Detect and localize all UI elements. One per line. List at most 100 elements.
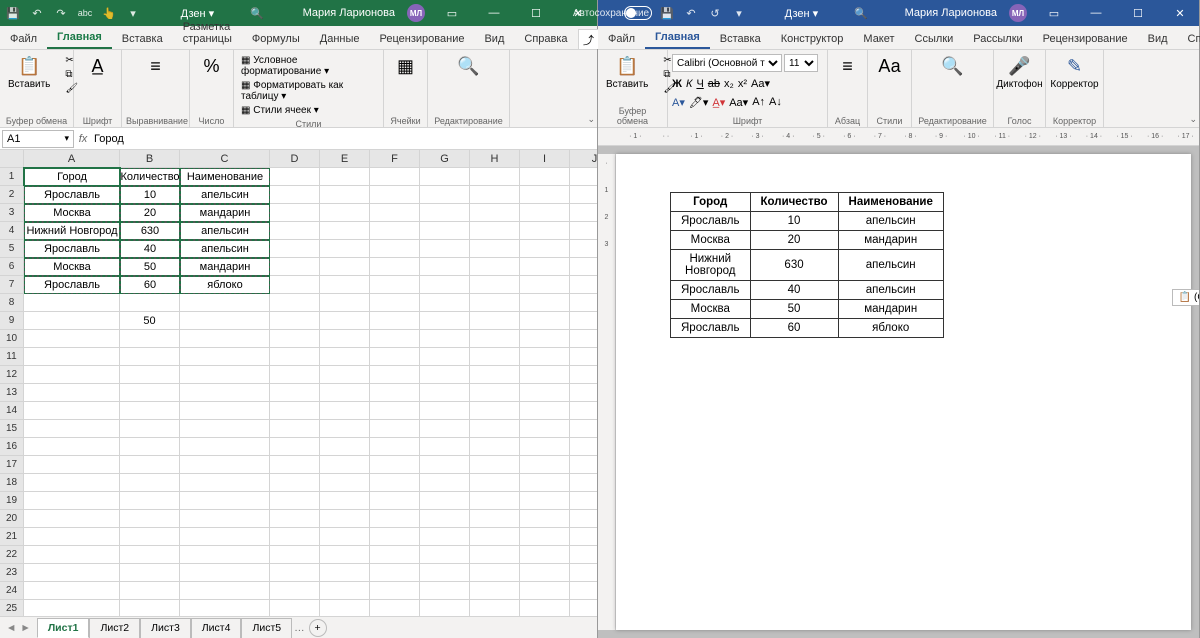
row-header[interactable]: 24 (0, 582, 24, 600)
ribbon-mode-icon[interactable]: ▭ (437, 0, 467, 26)
tab-insert[interactable]: Вставка (112, 29, 173, 49)
cell[interactable] (24, 492, 120, 510)
cell[interactable] (470, 312, 520, 330)
font-color-button[interactable]: A̲▾ (712, 96, 725, 109)
cell[interactable] (180, 366, 270, 384)
collapse-ribbon-icon[interactable]: ⌄ (1189, 114, 1197, 125)
cell[interactable] (270, 510, 320, 528)
highlight-button[interactable]: 🖊▾ (689, 96, 709, 109)
cell[interactable] (24, 312, 120, 330)
name-box[interactable]: A1▾ (2, 130, 74, 148)
horizontal-ruler[interactable]: · 1 ·· ·· 1 ·· 2 ·· 3 ·· 4 ·· 5 ·· 6 ·· … (598, 128, 1199, 146)
cell[interactable] (120, 330, 180, 348)
cell[interactable] (320, 546, 370, 564)
row-header[interactable]: 25 (0, 600, 24, 616)
cell[interactable] (370, 168, 420, 186)
align-button[interactable]: ≡ (126, 54, 185, 79)
row-header[interactable]: 15 (0, 420, 24, 438)
cell[interactable] (520, 582, 570, 600)
cell[interactable] (570, 240, 597, 258)
cell[interactable] (180, 456, 270, 474)
cell[interactable] (180, 600, 270, 616)
cell[interactable] (120, 366, 180, 384)
cell[interactable] (370, 186, 420, 204)
cell[interactable] (470, 600, 520, 616)
touch-icon[interactable]: 👆 (100, 4, 118, 22)
underline-button[interactable]: Ч (696, 78, 703, 90)
paste-button[interactable]: 📋Вставить (602, 54, 652, 95)
cell[interactable] (570, 276, 597, 294)
avatar[interactable]: МЛ (407, 4, 425, 22)
cell[interactable] (270, 186, 320, 204)
row-header[interactable]: 13 (0, 384, 24, 402)
cell[interactable]: мандарин (180, 204, 270, 222)
tab-file[interactable]: Файл (0, 29, 47, 49)
cell[interactable] (420, 366, 470, 384)
tab-review[interactable]: Рецензирование (370, 29, 475, 49)
cell[interactable] (370, 366, 420, 384)
cell[interactable] (520, 222, 570, 240)
row-header[interactable]: 17 (0, 456, 24, 474)
editor-button[interactable]: ✎Корректор (1050, 54, 1099, 92)
cell[interactable] (520, 276, 570, 294)
cell[interactable] (120, 528, 180, 546)
cell[interactable]: 40 (120, 240, 180, 258)
sheet-tab[interactable]: Лист4 (191, 618, 242, 638)
cell[interactable] (370, 204, 420, 222)
cell[interactable] (24, 420, 120, 438)
cell[interactable] (320, 222, 370, 240)
cell[interactable] (320, 348, 370, 366)
row-header[interactable]: 10 (0, 330, 24, 348)
sheet-tab[interactable]: Лист2 (89, 618, 140, 638)
cell[interactable] (470, 402, 520, 420)
row-header[interactable]: 12 (0, 366, 24, 384)
vertical-ruler[interactable]: ·123 (598, 154, 616, 630)
cell[interactable] (24, 528, 120, 546)
cell[interactable] (570, 330, 597, 348)
formula-input[interactable]: Город (90, 131, 597, 147)
table-row[interactable]: Ярославль10апельсин (671, 212, 944, 231)
cell[interactable] (570, 222, 597, 240)
col-header[interactable]: H (470, 150, 520, 168)
cell[interactable] (120, 582, 180, 600)
redo-icon[interactable]: ↺ (706, 4, 724, 22)
cell[interactable] (370, 582, 420, 600)
cell[interactable] (520, 546, 570, 564)
share-icon[interactable]: ⤴ (578, 29, 600, 49)
cell[interactable] (24, 330, 120, 348)
tab-file[interactable]: Файл (598, 29, 645, 49)
cell[interactable] (470, 492, 520, 510)
cell[interactable] (520, 330, 570, 348)
text-effects-button[interactable]: A▾ (672, 96, 685, 109)
cell[interactable] (180, 312, 270, 330)
cell[interactable] (420, 384, 470, 402)
row-header[interactable]: 8 (0, 294, 24, 312)
tab-layout[interactable]: Разметка страницы (173, 17, 242, 49)
cell[interactable] (24, 600, 120, 616)
cell[interactable] (570, 366, 597, 384)
col-header[interactable]: A (24, 150, 120, 168)
sub-button[interactable]: x₂ (724, 78, 734, 90)
cell[interactable] (520, 456, 570, 474)
cell[interactable] (180, 402, 270, 420)
cell[interactable] (24, 348, 120, 366)
cell[interactable]: яблоко (180, 276, 270, 294)
row-header[interactable]: 6 (0, 258, 24, 276)
strike-button[interactable]: ab (708, 78, 720, 90)
col-header[interactable]: E (320, 150, 370, 168)
cell[interactable] (320, 276, 370, 294)
tab-home[interactable]: Главная (645, 27, 710, 49)
cell[interactable] (520, 384, 570, 402)
cell[interactable] (120, 456, 180, 474)
row-header[interactable]: 5 (0, 240, 24, 258)
word-table[interactable]: ГородКоличествоНаименованиеЯрославль10ап… (670, 192, 944, 338)
cell[interactable] (570, 492, 597, 510)
cell[interactable] (270, 366, 320, 384)
cell[interactable] (520, 402, 570, 420)
font-name-select[interactable]: Calibri (Основной текст (672, 54, 782, 72)
cell[interactable] (370, 384, 420, 402)
cell[interactable] (120, 348, 180, 366)
cell[interactable] (370, 276, 420, 294)
cell[interactable] (370, 528, 420, 546)
cell[interactable]: Ярославль (24, 276, 120, 294)
